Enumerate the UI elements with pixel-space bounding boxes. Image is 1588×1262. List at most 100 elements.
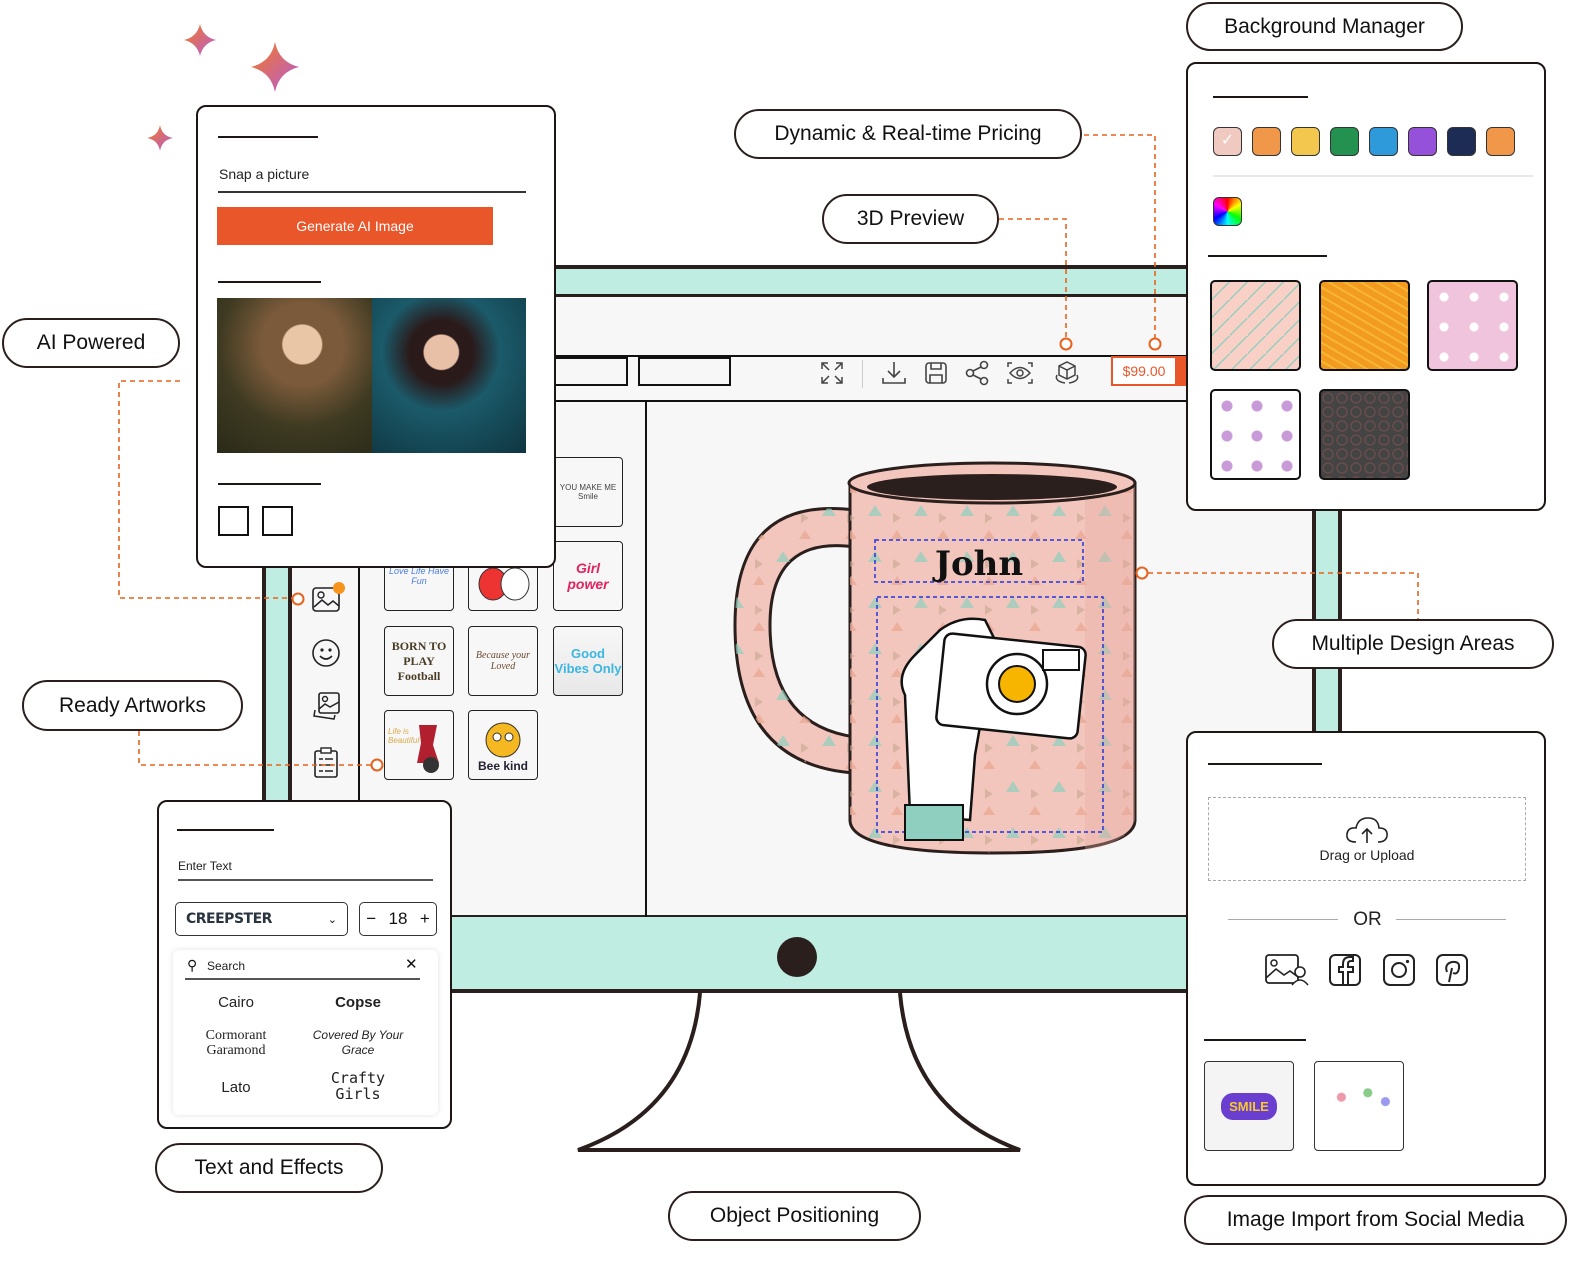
increment-button[interactable]: + xyxy=(420,909,430,929)
toolbar-input-1[interactable] xyxy=(555,357,628,386)
artwork-thumb[interactable]: Life is Beautiful xyxy=(384,710,454,780)
svg-text:Bee kind: Bee kind xyxy=(478,759,528,773)
background-manager-panel: ✓ xyxy=(1186,62,1546,511)
color-swatch[interactable] xyxy=(1252,127,1281,156)
callout-object-positioning: Object Positioning xyxy=(668,1191,921,1241)
callout-ai-powered: AI Powered xyxy=(2,318,180,368)
download-icon[interactable] xyxy=(879,358,909,388)
or-divider: OR xyxy=(1353,909,1382,930)
color-swatch[interactable] xyxy=(1447,127,1476,156)
background-pattern-hearts[interactable] xyxy=(1427,280,1518,371)
font-search-input[interactable]: Search xyxy=(207,959,245,973)
background-pattern-orange[interactable] xyxy=(1319,280,1410,371)
decrement-button[interactable]: − xyxy=(366,909,376,929)
pinterest-icon[interactable] xyxy=(1435,953,1469,987)
artwork-label: Life is Beautiful xyxy=(388,727,420,745)
artwork-label: YOU MAKE ME Smile xyxy=(559,483,617,501)
emoji-tool-icon[interactable] xyxy=(311,638,341,668)
color-swatch[interactable] xyxy=(1486,127,1515,156)
sparkle-icon xyxy=(251,42,299,92)
selected-font: CREEPSTER xyxy=(186,911,272,927)
preview-icon[interactable] xyxy=(1005,358,1035,388)
facebook-icon[interactable] xyxy=(1328,953,1362,987)
color-swatch[interactable] xyxy=(1291,127,1320,156)
color-swatch[interactable]: ✓ xyxy=(1213,127,1242,156)
cloud-upload-icon xyxy=(1346,817,1388,843)
option-checkbox[interactable] xyxy=(218,506,249,536)
callout-image-import: Image Import from Social Media xyxy=(1184,1195,1567,1245)
gallery-icon[interactable] xyxy=(1264,952,1310,988)
artwork-label: BORN TO PLAY Football xyxy=(391,638,447,683)
text-effects-panel: Enter Text CREEPSTER ⌄ − 18 + ⚲ Search ✕… xyxy=(157,800,452,1129)
artwork-thumb[interactable]: BORN TO PLAY Football xyxy=(384,626,454,696)
toolbar-input-2[interactable] xyxy=(638,357,731,386)
sparkle-icon xyxy=(147,125,173,151)
artwork-label: Girl power xyxy=(567,560,609,592)
font-select[interactable]: CREEPSTER ⌄ xyxy=(175,902,348,936)
ai-prompt-input[interactable]: Snap a picture xyxy=(219,166,309,182)
font-option[interactable]: Covered By Your Grace xyxy=(308,1028,408,1058)
font-option[interactable]: Crafty Girls xyxy=(323,1070,393,1102)
fullscreen-icon[interactable] xyxy=(817,358,847,388)
color-swatch[interactable] xyxy=(1369,127,1398,156)
artworks-tool-icon[interactable] xyxy=(312,747,340,779)
font-option[interactable]: Copse xyxy=(298,994,418,1011)
font-size-stepper[interactable]: − 18 + xyxy=(359,902,437,936)
images-tool-icon[interactable] xyxy=(311,690,343,722)
recent-upload-thumb[interactable]: SMILE xyxy=(1204,1061,1294,1151)
font-option[interactable]: Lato xyxy=(176,1079,296,1096)
callout-ready-artworks: Ready Artworks xyxy=(22,680,243,731)
power-button[interactable] xyxy=(777,937,817,977)
search-icon: ⚲ xyxy=(187,957,198,973)
sparkle-icon xyxy=(184,24,216,56)
smile-sticker: SMILE xyxy=(1221,1092,1277,1120)
generate-ai-image-button[interactable]: Generate AI Image xyxy=(217,207,493,245)
font-option[interactable]: Cairo xyxy=(176,994,296,1011)
artwork-thumb[interactable]: Bee kind xyxy=(468,710,538,780)
ai-generated-image-1[interactable] xyxy=(217,298,372,453)
callout-background-manager: Background Manager xyxy=(1186,2,1463,51)
callout-text-effects: Text and Effects xyxy=(155,1143,383,1193)
background-pattern-owls[interactable] xyxy=(1210,389,1301,480)
ai-image-panel: Snap a picture Generate AI Image xyxy=(196,105,556,568)
font-dropdown: ⚲ Search ✕ Cairo Copse Cormorant Garamon… xyxy=(173,950,438,1115)
design-text[interactable]: John xyxy=(932,544,1023,584)
artwork-label: Because your Loved xyxy=(475,650,531,672)
artwork-label: Good Vibes Only xyxy=(554,646,622,676)
bee-artwork: Bee kind xyxy=(478,722,528,773)
artwork-thumb[interactable]: YOU MAKE ME Smile xyxy=(553,457,623,527)
check-icon: ✓ xyxy=(1220,132,1235,149)
text-input[interactable]: Enter Text xyxy=(178,859,232,873)
3d-rotate-icon[interactable] xyxy=(1052,358,1082,388)
option-checkbox[interactable] xyxy=(262,506,293,536)
recent-upload-thumb-doodle[interactable] xyxy=(1314,1061,1404,1151)
color-swatch[interactable] xyxy=(1330,127,1359,156)
callout-pricing: Dynamic & Real-time Pricing xyxy=(734,109,1082,159)
font-option[interactable]: Cormorant Garamond xyxy=(186,1028,286,1058)
color-swatch[interactable] xyxy=(1408,127,1437,156)
background-pattern-dark-hearts[interactable] xyxy=(1319,389,1410,480)
callout-3d-preview: 3D Preview xyxy=(822,194,999,244)
chevron-down-icon: ⌄ xyxy=(327,913,337,926)
font-size-value[interactable]: 18 xyxy=(389,909,408,929)
background-pattern-triangles[interactable] xyxy=(1210,280,1301,371)
ai-generated-image-2[interactable] xyxy=(372,298,526,453)
instagram-icon[interactable] xyxy=(1382,953,1416,987)
image-import-panel: Drag or Upload OR SMILE xyxy=(1186,731,1546,1186)
custom-color-picker[interactable] xyxy=(1213,197,1242,226)
scooter-artwork xyxy=(417,725,439,773)
ai-image-tool-icon[interactable] xyxy=(311,582,345,614)
artwork-thumb[interactable]: Girl power xyxy=(553,541,623,611)
mug-preview[interactable]: John xyxy=(725,455,1145,865)
upload-label: Drag or Upload xyxy=(1319,847,1415,863)
artwork-thumb[interactable]: Good Vibes Only xyxy=(553,626,623,696)
artwork-label: Love Life Have Fun xyxy=(388,566,450,586)
monitor-stand xyxy=(577,992,1021,1152)
close-icon[interactable]: ✕ xyxy=(405,955,418,973)
price-display: $99.00 xyxy=(1111,356,1177,386)
callout-multiple-design-areas: Multiple Design Areas xyxy=(1272,619,1554,669)
save-icon[interactable] xyxy=(921,358,951,388)
upload-dropzone[interactable]: Drag or Upload xyxy=(1208,797,1526,881)
share-icon[interactable] xyxy=(962,358,992,388)
artwork-thumb[interactable]: Because your Loved xyxy=(468,626,538,696)
